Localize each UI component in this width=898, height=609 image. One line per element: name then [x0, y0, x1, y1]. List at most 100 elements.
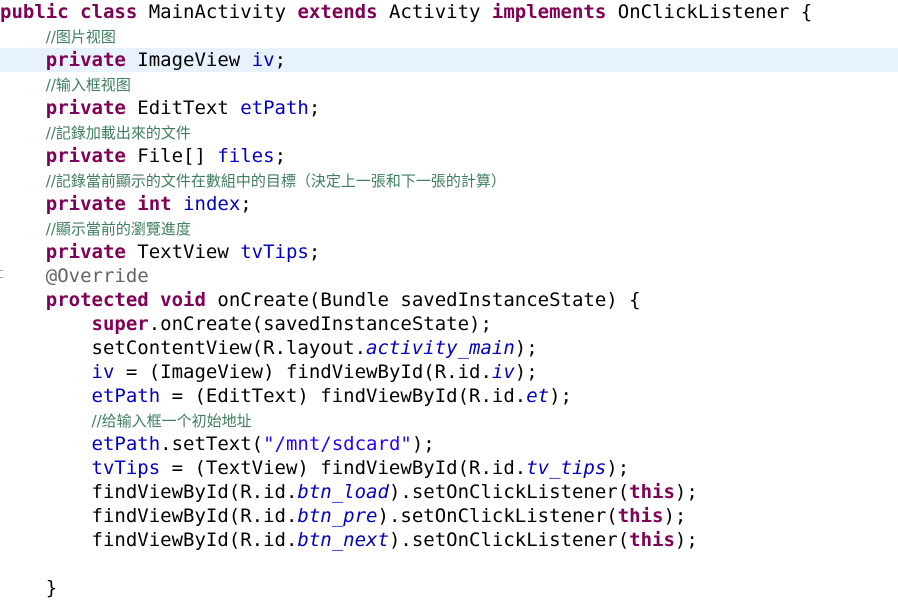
- code-line[interactable]: //输入框视图: [0, 72, 898, 96]
- code-comment: //图片视图: [45, 28, 116, 46]
- code-token: "/mnt/sdcard": [263, 433, 412, 455]
- code-token: tvTips: [240, 241, 309, 263]
- code-line[interactable]: private ImageView iv;: [0, 48, 898, 72]
- code-token: etPath: [91, 433, 161, 455]
- code-token: activity_main: [366, 337, 515, 359]
- code-token: .setText(: [160, 433, 264, 455]
- code-line[interactable]: private TextView tvTips;: [0, 240, 898, 264]
- code-line[interactable]: iv = (ImageView) findViewById(R.id.iv);: [0, 360, 898, 384]
- code-token: btn_next: [297, 529, 389, 551]
- code-token: );: [663, 505, 687, 527]
- code-token: private: [45, 193, 126, 215]
- code-line[interactable]: //記錄加載出來的文件: [0, 120, 898, 144]
- code-token: private: [45, 97, 126, 119]
- code-token: EditText: [125, 97, 241, 119]
- code-token: this: [629, 529, 675, 551]
- code-editor[interactable]: public class MainActivity extends Activi…: [0, 0, 898, 609]
- code-line[interactable]: etPath.setText("/mnt/sdcard");: [0, 432, 898, 456]
- code-line[interactable]: }: [0, 576, 898, 600]
- code-token: tvTips: [91, 457, 161, 479]
- code-line[interactable]: tvTips = (TextView) findViewById(R.id.tv…: [0, 456, 898, 480]
- code-line[interactable]: //顯示當前的瀏覽進度: [0, 216, 898, 240]
- code-token: public: [0, 1, 69, 23]
- code-token: this: [629, 481, 675, 503]
- code-token: tv_tips: [526, 457, 607, 479]
- code-token: ).setOnClickListener(: [388, 481, 630, 503]
- code-line[interactable]: private File[] files;: [0, 144, 898, 168]
- code-comment: //記錄加載出來的文件: [45, 124, 191, 142]
- code-line[interactable]: public class MainActivity extends Activi…: [0, 0, 898, 24]
- code-token: void: [160, 289, 206, 311]
- code-token: = (TextView) findViewById(R.id.: [160, 457, 527, 479]
- code-line[interactable]: //给输入框一个初始地址: [0, 408, 898, 432]
- code-token: this: [617, 505, 664, 527]
- code-line[interactable]: @Override: [0, 264, 898, 288]
- code-token: etPath: [91, 385, 161, 407]
- code-token: setContentView(R.layout.: [0, 337, 367, 359]
- code-line[interactable]: //图片视图: [0, 24, 898, 48]
- code-token: );: [549, 385, 572, 407]
- code-token: btn_pre: [297, 505, 378, 527]
- code-line[interactable]: private int index;: [0, 192, 898, 216]
- code-line[interactable]: [0, 552, 898, 576]
- code-token: implements: [491, 1, 607, 23]
- code-token: ;: [274, 145, 287, 167]
- code-token: = (EditText) findViewById(R.id.: [160, 385, 527, 407]
- code-line[interactable]: //記錄當前顯示的文件在數組中的目標（決定上一張和下一張的計算）: [0, 168, 898, 192]
- code-token: iv: [491, 361, 515, 383]
- code-token: protected: [45, 289, 149, 311]
- code-token: );: [411, 433, 435, 455]
- code-token: ;: [308, 241, 321, 263]
- code-token: );: [674, 481, 698, 503]
- code-token: extends: [297, 1, 378, 23]
- code-comment: //给输入框一个初始地址: [91, 412, 252, 430]
- code-token: private: [45, 49, 126, 71]
- code-token: findViewById(R.id.: [0, 529, 298, 551]
- code-token: iv: [91, 361, 115, 383]
- code-line[interactable]: super.onCreate(savedInstanceState);: [0, 312, 898, 336]
- code-token: MainActivity: [137, 1, 298, 23]
- code-token: OnClickListener {: [606, 1, 813, 23]
- code-token: class: [80, 1, 138, 23]
- code-token: ;: [274, 49, 287, 71]
- code-token: ImageView: [125, 49, 252, 71]
- code-line[interactable]: findViewById(R.id.btn_pre).setOnClickLis…: [0, 504, 898, 528]
- code-token: files: [217, 145, 275, 167]
- code-token: );: [514, 337, 538, 359]
- code-line[interactable]: protected void onCreate(Bundle savedInst…: [0, 288, 898, 312]
- code-line[interactable]: findViewById(R.id.btn_load).setOnClickLi…: [0, 480, 898, 504]
- code-line[interactable]: findViewById(R.id.btn_next).setOnClickLi…: [0, 528, 898, 552]
- code-line[interactable]: private EditText etPath;: [0, 96, 898, 120]
- code-token: }: [0, 577, 58, 599]
- code-token: private: [45, 145, 126, 167]
- code-token: onCreate(Bundle savedInstanceState) {: [205, 289, 641, 311]
- code-token: iv: [251, 49, 275, 71]
- code-line[interactable]: setContentView(R.layout.activity_main);: [0, 336, 898, 360]
- code-comment: //顯示當前的瀏覽進度: [45, 220, 191, 238]
- code-token: ).setOnClickListener(: [377, 505, 618, 527]
- code-line[interactable]: etPath = (EditText) findViewById(R.id.et…: [0, 384, 898, 408]
- code-comment: //输入框视图: [45, 76, 131, 94]
- code-token: .onCreate(savedInstanceState);: [148, 313, 492, 335]
- code-token: etPath: [240, 97, 309, 119]
- code-token: btn_load: [297, 481, 389, 503]
- code-token: = (ImageView) findViewById(R.id.: [114, 361, 492, 383]
- code-token: TextView: [125, 241, 241, 263]
